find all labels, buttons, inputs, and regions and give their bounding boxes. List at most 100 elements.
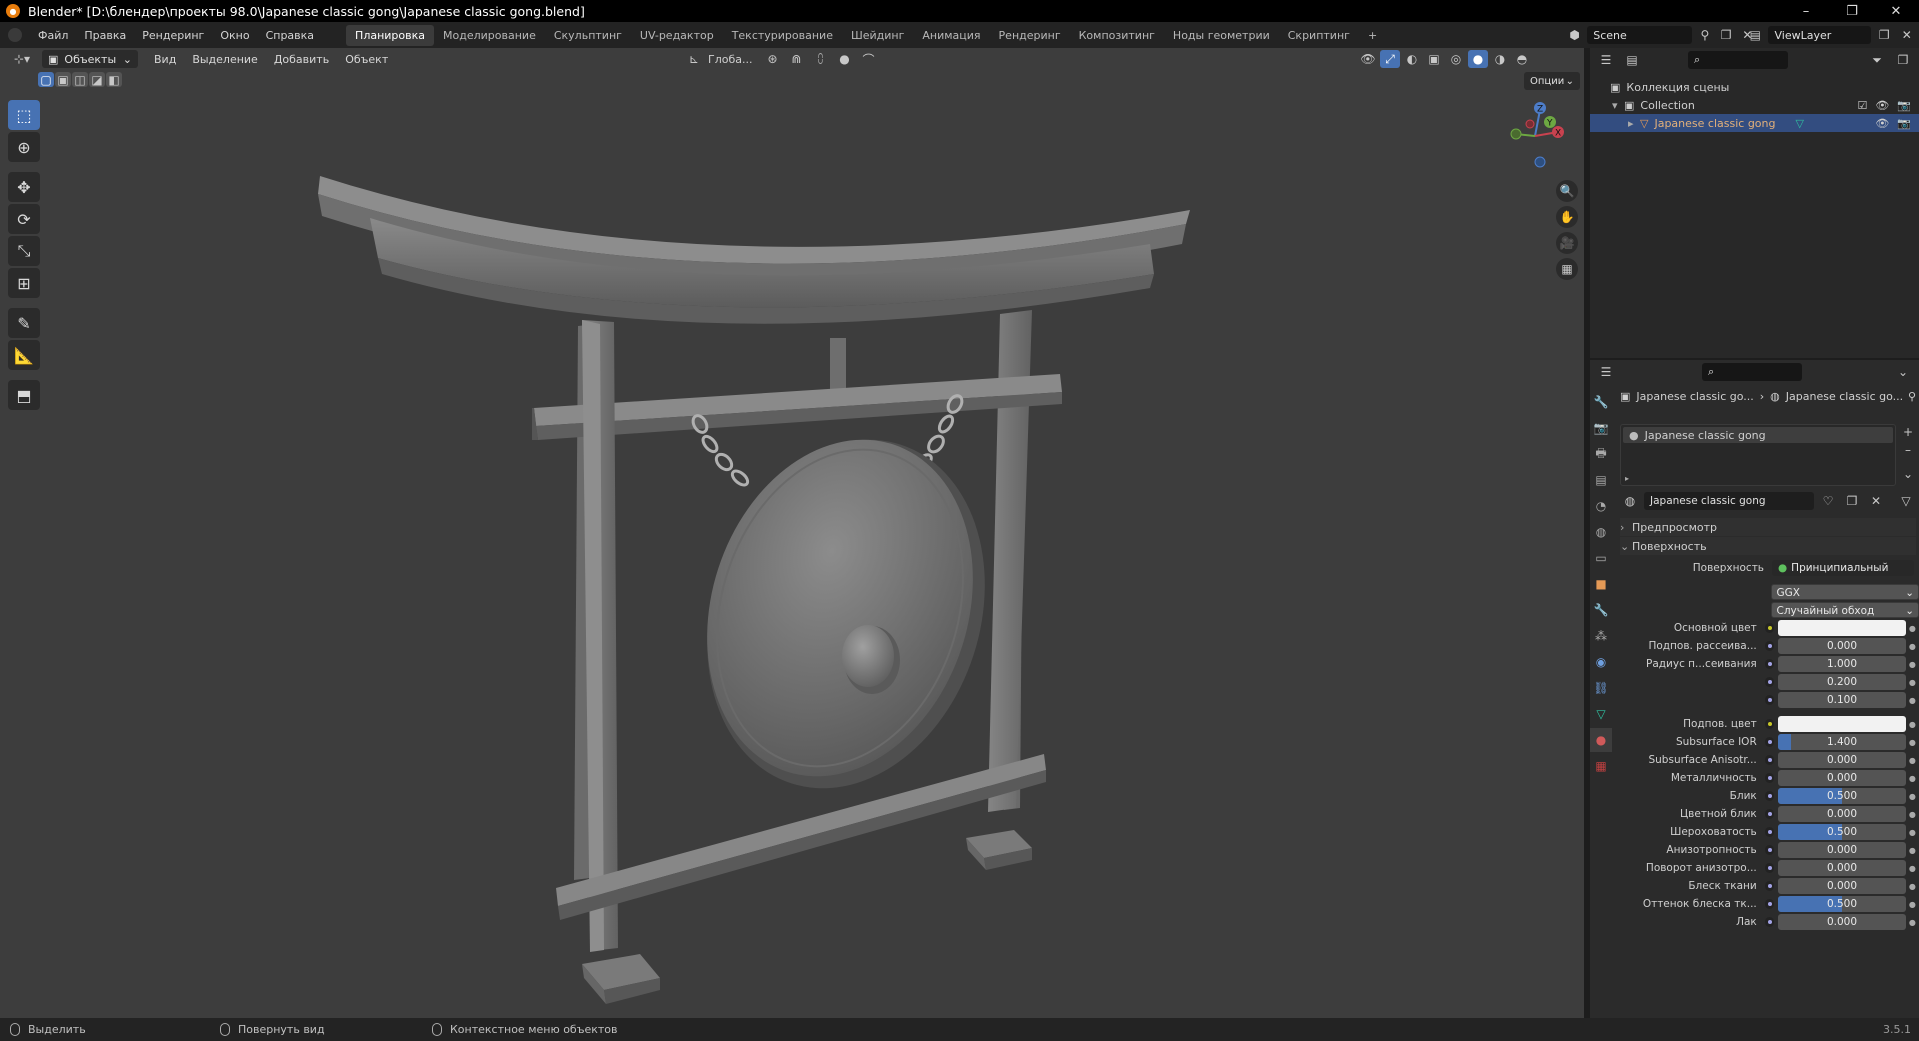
value-slider[interactable]: 0.000 — [1778, 842, 1906, 858]
tab-rendering[interactable]: Рендеринг — [990, 25, 1070, 46]
maximize-button[interactable]: ❐ — [1829, 0, 1875, 22]
value-slider[interactable]: 0.000 — [1778, 860, 1906, 876]
tab-texture-paint[interactable]: Текстурирование — [723, 25, 842, 46]
tab-shading[interactable]: Шейдинг — [842, 25, 913, 46]
modifier-tab-icon[interactable]: 🔧 — [1590, 598, 1612, 622]
color-swatch[interactable] — [1778, 620, 1906, 636]
duplicate-material-icon[interactable]: ❐ — [1842, 492, 1862, 510]
value-slider[interactable]: 0.000 — [1778, 770, 1906, 786]
keyframe-dot-icon[interactable]: ● — [1906, 774, 1919, 783]
value-slider[interactable]: 0.100 — [1778, 692, 1906, 708]
surface-shader-field[interactable]: ●Принципиальный BSDF — [1772, 560, 1914, 576]
pin-icon[interactable]: ⚲ — [1696, 26, 1713, 44]
add-workspace-button[interactable]: + — [1359, 25, 1386, 46]
scene-selector[interactable]: Scene — [1587, 26, 1693, 44]
eye-icon[interactable]: 👁 — [1875, 117, 1889, 130]
color-swatch[interactable] — [1778, 716, 1906, 732]
socket-icon[interactable] — [1764, 791, 1775, 801]
socket-icon[interactable] — [1764, 917, 1775, 927]
slot-menu-icon[interactable]: ⌄ — [1900, 466, 1916, 482]
display-mode-icon[interactable]: ▤ — [1622, 51, 1642, 69]
new-collection-icon[interactable]: ❐ — [1893, 51, 1913, 69]
value-slider[interactable]: 0.000 — [1778, 752, 1906, 768]
material-name-field[interactable]: Japanese classic gong — [1644, 492, 1814, 510]
new-view-layer-icon[interactable]: ❐ — [1875, 26, 1893, 44]
socket-icon[interactable] — [1764, 677, 1775, 687]
keyframe-dot-icon[interactable]: ● — [1906, 810, 1919, 819]
properties-editor-type-icon[interactable]: ☰ — [1596, 363, 1616, 381]
keyframe-dot-icon[interactable]: ● — [1906, 696, 1919, 705]
tab-layout[interactable]: Планировка — [346, 24, 435, 46]
link-mode-icon[interactable]: ▽ — [1896, 492, 1916, 510]
value-slider[interactable]: 0.200 — [1778, 674, 1906, 690]
keyframe-dot-icon[interactable]: ● — [1906, 828, 1919, 837]
unlink-material-icon[interactable]: ✕ — [1866, 492, 1886, 510]
tab-sculpting[interactable]: Скульптинг — [545, 25, 631, 46]
eye-icon[interactable]: 👁 — [1875, 99, 1889, 112]
keyframe-dot-icon[interactable]: ● — [1906, 756, 1919, 765]
socket-icon[interactable] — [1764, 623, 1775, 633]
new-scene-icon[interactable]: ❐ — [1718, 26, 1735, 44]
panel-surface-header[interactable]: ⌄ Поверхность — [1620, 537, 1916, 555]
keyframe-dot-icon[interactable]: ● — [1906, 624, 1919, 633]
value-slider[interactable]: 0.000 — [1778, 638, 1906, 654]
keyframe-dot-icon[interactable]: ● — [1906, 642, 1919, 651]
keyframe-dot-icon[interactable]: ● — [1906, 900, 1919, 909]
socket-icon[interactable] — [1764, 773, 1775, 783]
3d-viewport[interactable]: ⊹▾ ▣ Объекты ⌄ Вид Выделение Добавить Об… — [0, 48, 1584, 1018]
keyframe-dot-icon[interactable]: ● — [1906, 882, 1919, 891]
mesh-data-icon[interactable]: ▽ — [1796, 117, 1804, 130]
socket-icon[interactable] — [1764, 863, 1775, 873]
distribution-dropdown[interactable]: GGX ⌄ — [1771, 584, 1919, 600]
expand-arrow-icon[interactable]: ▸ — [1625, 474, 1629, 483]
value-slider[interactable]: 0.000 — [1778, 914, 1906, 930]
value-slider[interactable]: 0.000 — [1778, 878, 1906, 894]
menu-window[interactable]: Окно — [212, 29, 257, 42]
filter-icon[interactable]: ⏷ — [1867, 51, 1887, 69]
tool-tab-icon[interactable]: 🔧 — [1590, 390, 1612, 414]
view-layer-tab-icon[interactable]: ▤ — [1590, 468, 1612, 492]
view-layer-icon[interactable]: ▤ — [1746, 26, 1764, 44]
keyframe-dot-icon[interactable]: ● — [1906, 864, 1919, 873]
scene-tab-icon[interactable]: ◔ — [1590, 494, 1612, 518]
scene-icon[interactable]: ⬢ — [1566, 26, 1583, 44]
value-slider[interactable]: 0.500 — [1778, 788, 1906, 804]
add-slot-icon[interactable]: + — [1900, 424, 1916, 440]
minimize-button[interactable]: – — [1783, 0, 1829, 22]
output-tab-icon[interactable]: 🖶 — [1590, 442, 1612, 466]
pin-icon[interactable]: ⚲ — [1908, 390, 1916, 403]
socket-icon[interactable] — [1764, 827, 1775, 837]
world-tab-icon[interactable]: ◍ — [1590, 520, 1612, 544]
gong-model[interactable] — [0, 48, 1584, 1018]
value-slider[interactable]: 0.000 — [1778, 806, 1906, 822]
value-slider[interactable]: 1.400 — [1778, 734, 1906, 750]
socket-icon[interactable] — [1764, 641, 1775, 651]
menu-file[interactable]: Файл — [30, 29, 76, 42]
keyframe-dot-icon[interactable]: ● — [1906, 660, 1919, 669]
blender-menu-icon[interactable] — [8, 28, 22, 42]
browse-material-icon[interactable]: ◍ — [1620, 492, 1640, 510]
camera-render-icon[interactable]: 📷 — [1897, 99, 1911, 112]
tab-modeling[interactable]: Моделирование — [434, 25, 545, 46]
delete-view-layer-icon[interactable]: ✕ — [1898, 26, 1916, 44]
fake-user-icon[interactable]: ♡ — [1818, 492, 1838, 510]
socket-icon[interactable] — [1764, 695, 1775, 705]
socket-icon[interactable] — [1764, 659, 1775, 669]
outliner-search-input[interactable]: ⌕ — [1688, 51, 1788, 69]
outliner-editor-type-icon[interactable]: ☰ — [1596, 51, 1616, 69]
camera-render-icon[interactable]: 📷 — [1897, 117, 1911, 130]
socket-icon[interactable] — [1764, 719, 1775, 729]
value-slider[interactable]: 0.500 — [1778, 824, 1906, 840]
value-slider[interactable]: 1.000 — [1778, 656, 1906, 672]
checkbox-icon[interactable]: ☑ — [1857, 99, 1867, 112]
menu-render[interactable]: Рендеринг — [134, 29, 212, 42]
outliner-object-row[interactable]: ▸ ▽ Japanese classic gong ▽ 👁 📷 — [1590, 114, 1919, 132]
keyframe-dot-icon[interactable]: ● — [1906, 738, 1919, 747]
particles-tab-icon[interactable]: ⁂ — [1590, 624, 1612, 648]
keyframe-dot-icon[interactable]: ● — [1906, 846, 1919, 855]
menu-help[interactable]: Справка — [258, 29, 322, 42]
tab-uv-editing[interactable]: UV-редактор — [631, 25, 723, 46]
view-layer-selector[interactable]: ViewLayer — [1768, 26, 1872, 44]
socket-icon[interactable] — [1764, 809, 1775, 819]
material-slot[interactable]: ● Japanese classic gong — [1623, 427, 1893, 443]
